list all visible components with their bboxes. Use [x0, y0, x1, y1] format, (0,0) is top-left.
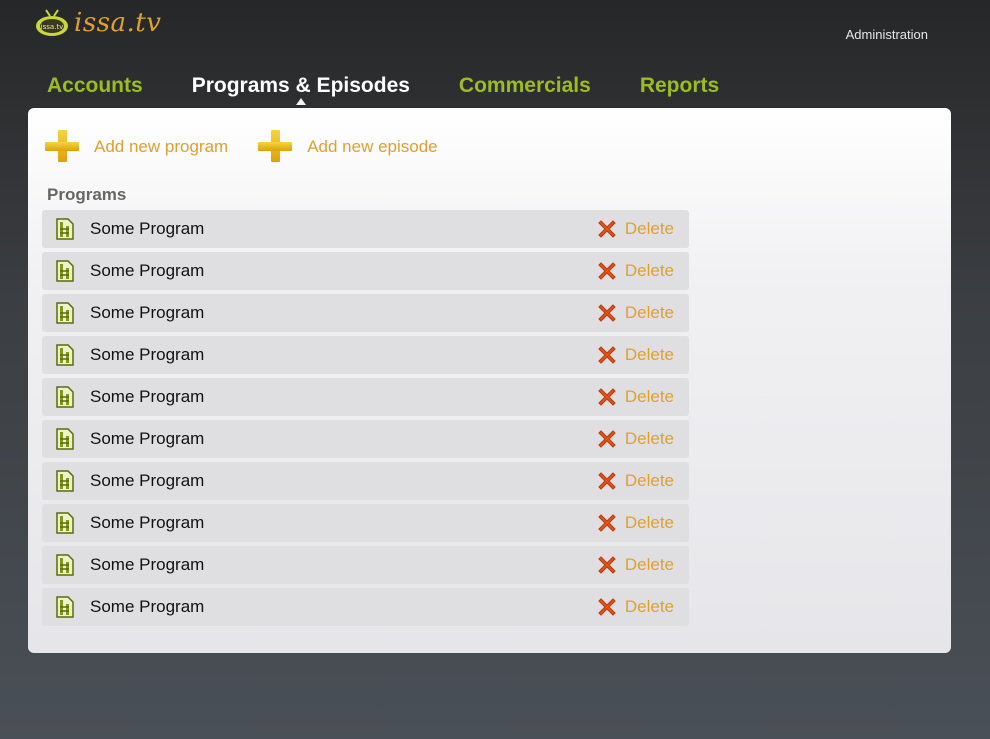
delete-label: Delete	[624, 345, 674, 364]
program-name[interactable]: Some Program	[90, 513, 204, 533]
delete-button[interactable]: Delete	[596, 210, 674, 248]
tv-icon: issa.tv	[34, 8, 70, 38]
delete-button[interactable]: Delete	[596, 588, 674, 626]
film-file-icon	[56, 386, 74, 408]
tab-accounts[interactable]: Accounts	[47, 74, 143, 106]
program-row[interactable]: Some Program Delete	[42, 294, 689, 332]
x-icon	[596, 512, 618, 534]
program-row[interactable]: Some Program Delete	[42, 252, 689, 290]
x-icon	[596, 218, 618, 240]
program-name[interactable]: Some Program	[90, 345, 204, 365]
program-row[interactable]: Some Program Delete	[42, 420, 689, 458]
program-row[interactable]: Some Program Delete	[42, 336, 689, 374]
plus-icon	[45, 130, 79, 164]
tab-label: Commercials	[458, 74, 591, 97]
program-name[interactable]: Some Program	[90, 303, 204, 323]
x-icon	[596, 554, 618, 576]
program-row[interactable]: Some Program Delete	[42, 504, 689, 542]
film-file-icon	[56, 218, 74, 240]
film-file-icon	[56, 260, 74, 282]
tab-reports[interactable]: Reports	[640, 74, 719, 106]
delete-button[interactable]: Delete	[596, 336, 674, 374]
x-icon	[596, 344, 618, 366]
film-file-icon	[56, 428, 74, 450]
content-panel: Add new program Add new episode Programs…	[28, 108, 951, 653]
program-row[interactable]: Some Program Delete	[42, 546, 689, 584]
delete-button[interactable]: Delete	[596, 504, 674, 542]
x-icon	[596, 470, 618, 492]
delete-label: Delete	[624, 555, 674, 574]
x-icon	[596, 596, 618, 618]
delete-label: Delete	[624, 219, 674, 238]
program-name[interactable]: Some Program	[90, 429, 204, 449]
x-icon	[596, 302, 618, 324]
delete-label: Delete	[624, 387, 674, 406]
program-name[interactable]: Some Program	[90, 219, 204, 239]
program-name[interactable]: Some Program	[90, 597, 204, 617]
delete-label: Delete	[624, 471, 674, 490]
program-row[interactable]: Some Program Delete	[42, 462, 689, 500]
x-icon	[596, 428, 618, 450]
program-name[interactable]: Some Program	[90, 555, 204, 575]
delete-button[interactable]: Delete	[596, 546, 674, 584]
film-file-icon	[56, 596, 74, 618]
film-file-icon	[56, 470, 74, 492]
main-nav: Accounts Programs & Episodes Commercials…	[47, 74, 768, 106]
program-name[interactable]: Some Program	[90, 261, 204, 281]
add-program-button[interactable]: Add new program	[45, 130, 228, 164]
tab-commercials[interactable]: Commercials	[459, 74, 591, 106]
film-file-icon	[56, 344, 74, 366]
administration-link[interactable]: Administration	[846, 27, 928, 42]
logo-text: issa.tv	[74, 8, 162, 38]
logo[interactable]: issa.tv issa.tv	[34, 8, 161, 38]
x-icon	[596, 260, 618, 282]
delete-button[interactable]: Delete	[596, 252, 674, 290]
add-program-label: Add new program	[94, 137, 229, 156]
tab-label: Programs & Episodes	[191, 74, 410, 97]
delete-button[interactable]: Delete	[596, 462, 674, 500]
logo-badge-text: issa.tv	[41, 23, 64, 31]
delete-label: Delete	[624, 513, 674, 532]
delete-label: Delete	[624, 261, 674, 280]
film-file-icon	[56, 554, 74, 576]
tab-programs-episodes[interactable]: Programs & Episodes	[192, 74, 410, 106]
delete-button[interactable]: Delete	[596, 294, 674, 332]
programs-list: Some Program Delete Some Program Delete …	[42, 210, 689, 630]
active-tab-caret	[295, 98, 306, 105]
add-episode-label: Add new episode	[307, 137, 438, 156]
delete-button[interactable]: Delete	[596, 378, 674, 416]
film-file-icon	[56, 302, 74, 324]
delete-label: Delete	[624, 429, 674, 448]
action-bar: Add new program Add new episode	[45, 130, 468, 164]
program-name[interactable]: Some Program	[90, 387, 204, 407]
tab-label: Reports	[639, 74, 720, 97]
program-row[interactable]: Some Program Delete	[42, 210, 689, 248]
program-name[interactable]: Some Program	[90, 471, 204, 491]
delete-label: Delete	[624, 303, 674, 322]
delete-label: Delete	[624, 597, 674, 616]
tab-label: Accounts	[47, 74, 143, 97]
add-episode-button[interactable]: Add new episode	[258, 130, 438, 164]
programs-heading: Programs	[47, 185, 127, 204]
program-row[interactable]: Some Program Delete	[42, 588, 689, 626]
film-file-icon	[56, 512, 74, 534]
x-icon	[596, 386, 618, 408]
program-row[interactable]: Some Program Delete	[42, 378, 689, 416]
plus-icon	[258, 130, 293, 164]
delete-button[interactable]: Delete	[596, 420, 674, 458]
